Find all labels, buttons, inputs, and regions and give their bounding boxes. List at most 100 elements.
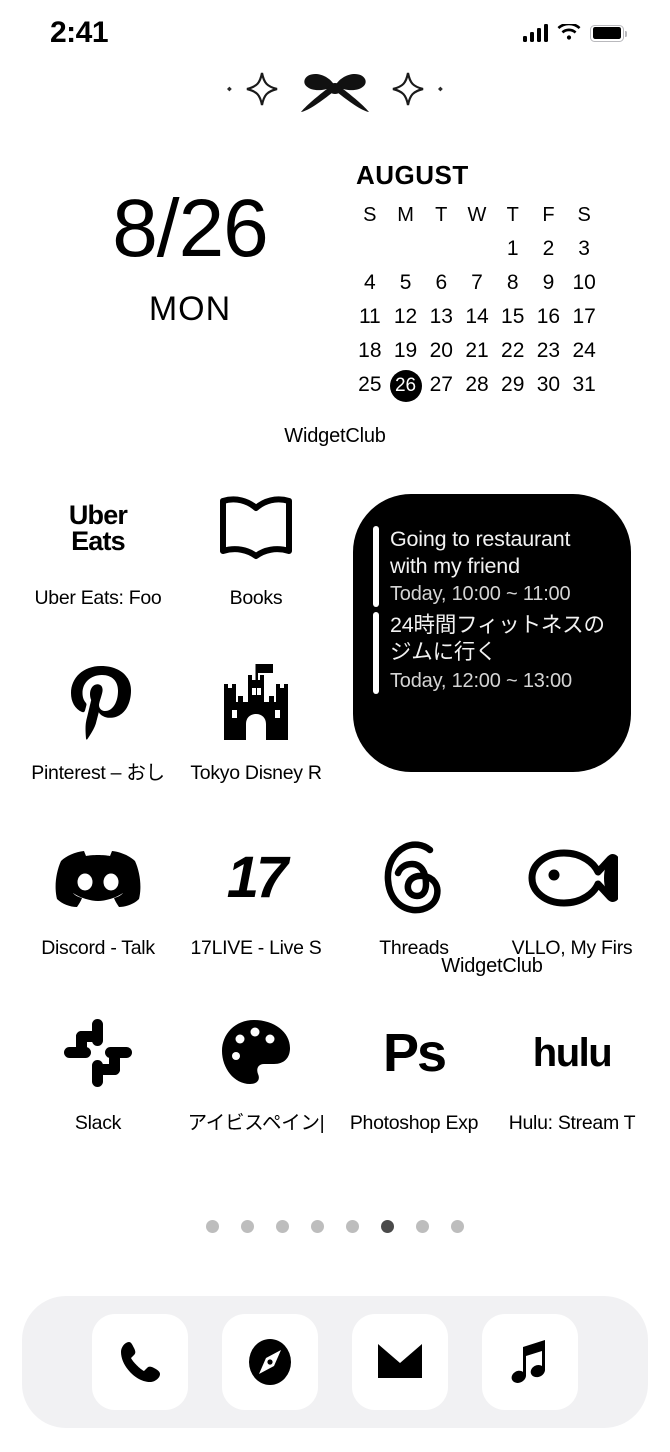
calendar-day: 10 [572, 271, 596, 294]
safari-compass-icon [249, 1339, 291, 1385]
app-icon-threads[interactable]: Threads [341, 830, 487, 960]
app-icon-uber-eats[interactable]: Uber Eats Uber Eats: Foo [25, 480, 171, 610]
bow-decoration-icon [227, 72, 443, 112]
app-label: Slack [74, 1112, 122, 1134]
page-dot[interactable] [276, 1220, 289, 1233]
calendar-widget[interactable]: AUGUST SMTWTFS....1234567891011121314151… [352, 160, 602, 402]
cellular-signal-icon [522, 24, 548, 42]
page-dot[interactable] [346, 1220, 359, 1233]
page-dot[interactable] [416, 1220, 429, 1233]
calendar-day: 23 [536, 339, 561, 362]
battery-full-icon [590, 24, 627, 42]
calendar-day: 31 [572, 373, 596, 396]
mail-envelope-icon [378, 1344, 422, 1378]
app-grid: Uber Eats Uber Eats: Foo Books Going to … [0, 480, 670, 1180]
17live-logo-text: 17 [226, 845, 288, 910]
event-title: Going to restaurant with my friend [390, 527, 571, 578]
calendar-day: 25 [358, 373, 382, 396]
calendar-day: 18 [358, 339, 382, 362]
event-item: Going to restaurant with my friend Today… [373, 526, 609, 608]
calendar-day: 29 [501, 373, 525, 396]
top-widget-row: 8/26 MON AUGUST SMTWTFS....1234567891011… [0, 150, 670, 450]
status-bar-indicators [522, 24, 627, 42]
app-icon-hulu[interactable]: hulu Hulu: Stream T [499, 1005, 645, 1135]
app-label: Tokyo Disney R [190, 762, 322, 784]
calendar-day: 7 [471, 271, 483, 294]
calendar-weekday-header: M [397, 204, 414, 226]
date-widget-weekday: MON [148, 290, 232, 328]
app-label: Discord - Talk [41, 937, 155, 959]
dock-item-phone[interactable] [92, 1314, 188, 1410]
app-icon-books[interactable]: Books [183, 480, 329, 610]
calendar-weekday-header: T [435, 204, 448, 226]
dock-item-mail[interactable] [352, 1314, 448, 1410]
ibis-paint-palette-icon [183, 1005, 329, 1101]
dock-item-music[interactable] [482, 1314, 578, 1410]
app-row-2: Pinterest – おし Tokyo Disney R WidgetClub [0, 655, 670, 977]
books-icon [183, 480, 329, 576]
app-label: Photoshop Exp [349, 1112, 479, 1134]
slack-icon [25, 1005, 171, 1101]
wifi-icon [557, 24, 581, 40]
calendar-day: 8 [506, 271, 519, 294]
dock [22, 1296, 648, 1428]
page-dot[interactable] [451, 1220, 464, 1233]
uber-eats-logo-line1: Uber [68, 499, 128, 530]
app-icon-vllo[interactable]: VLLO, My Firs [499, 830, 645, 960]
calendar-day: 15 [501, 305, 525, 328]
phone-icon [121, 1342, 160, 1382]
app-icon-slack[interactable]: Slack [25, 1005, 171, 1135]
page-dot[interactable] [206, 1220, 219, 1233]
app-label: Threads [379, 937, 449, 959]
discord-icon [25, 830, 171, 926]
page-dot[interactable] [241, 1220, 254, 1233]
page-indicator-dots[interactable] [0, 1220, 670, 1233]
calendar-day: 2 [542, 237, 555, 260]
calendar-day: 11 [358, 305, 381, 328]
calendar-day: 21 [465, 339, 489, 362]
app-icon-tokyo-disney[interactable]: Tokyo Disney R [183, 655, 329, 785]
music-note-icon [511, 1340, 546, 1383]
hulu-logo-text: hulu [532, 1031, 613, 1075]
calendar-month-title: AUGUST [356, 160, 469, 190]
calendar-weekday-header: S [577, 204, 591, 226]
calendar-day: 9 [542, 271, 555, 294]
calendar-weekday-header: F [542, 204, 555, 226]
app-row-4: Slack アイビスペイン| Ps Photoshop Exp hulu Hul… [0, 1005, 670, 1180]
app-row-3: Discord - Talk 17 17LIVE - Live S Thread… [0, 830, 670, 1005]
app-icon-ibis-paint[interactable]: アイビスペイン| [183, 1005, 329, 1135]
date-widget[interactable]: 8/26 MON [40, 188, 340, 329]
vllo-fish-icon [499, 830, 645, 926]
app-label: アイビスペイン| [187, 1112, 325, 1134]
app-icon-photoshop-express[interactable]: Ps Photoshop Exp [341, 1005, 487, 1135]
app-row-1: Uber Eats Uber Eats: Foo Books Going to … [0, 480, 670, 772]
calendar-grid: SMTWTFS....12345678910111213141516171819… [352, 199, 602, 402]
uber-eats-icon: Uber Eats [25, 480, 171, 576]
dock-item-safari[interactable] [222, 1314, 318, 1410]
photoshop-logo-text: Ps [382, 1023, 447, 1083]
calendar-weekday-header: S [363, 204, 377, 226]
event-accent-bar [373, 526, 379, 608]
calendar-day: 12 [393, 305, 418, 328]
app-icon-17live[interactable]: 17 17LIVE - Live S [183, 830, 329, 960]
app-icon-discord[interactable]: Discord - Talk [25, 830, 171, 960]
calendar-day: 1 [506, 237, 519, 260]
calendar-day: 5 [399, 271, 412, 294]
calendar-day: 13 [429, 305, 453, 328]
app-label: 17LIVE - Live S [190, 937, 322, 959]
calendar-day: 27 [429, 373, 453, 396]
app-label: Hulu: Stream T [508, 1112, 636, 1134]
calendar-day: 14 [465, 305, 489, 328]
date-widget-label: WidgetClub [284, 425, 386, 447]
tokyo-disney-castle-icon [183, 655, 329, 751]
calendar-weekday-header: T [506, 204, 519, 226]
date-widget-date: 8/26 [112, 183, 269, 274]
page-dot-active[interactable] [381, 1220, 394, 1233]
calendar-day: 17 [572, 305, 596, 328]
page-dot[interactable] [311, 1220, 324, 1233]
17live-icon: 17 [183, 830, 329, 926]
uber-eats-logo-line2: Eats [71, 526, 126, 556]
app-icon-pinterest[interactable]: Pinterest – おし [25, 655, 171, 785]
bow-sparkles-decoration [0, 58, 670, 120]
app-label: Pinterest – おし [31, 762, 165, 784]
